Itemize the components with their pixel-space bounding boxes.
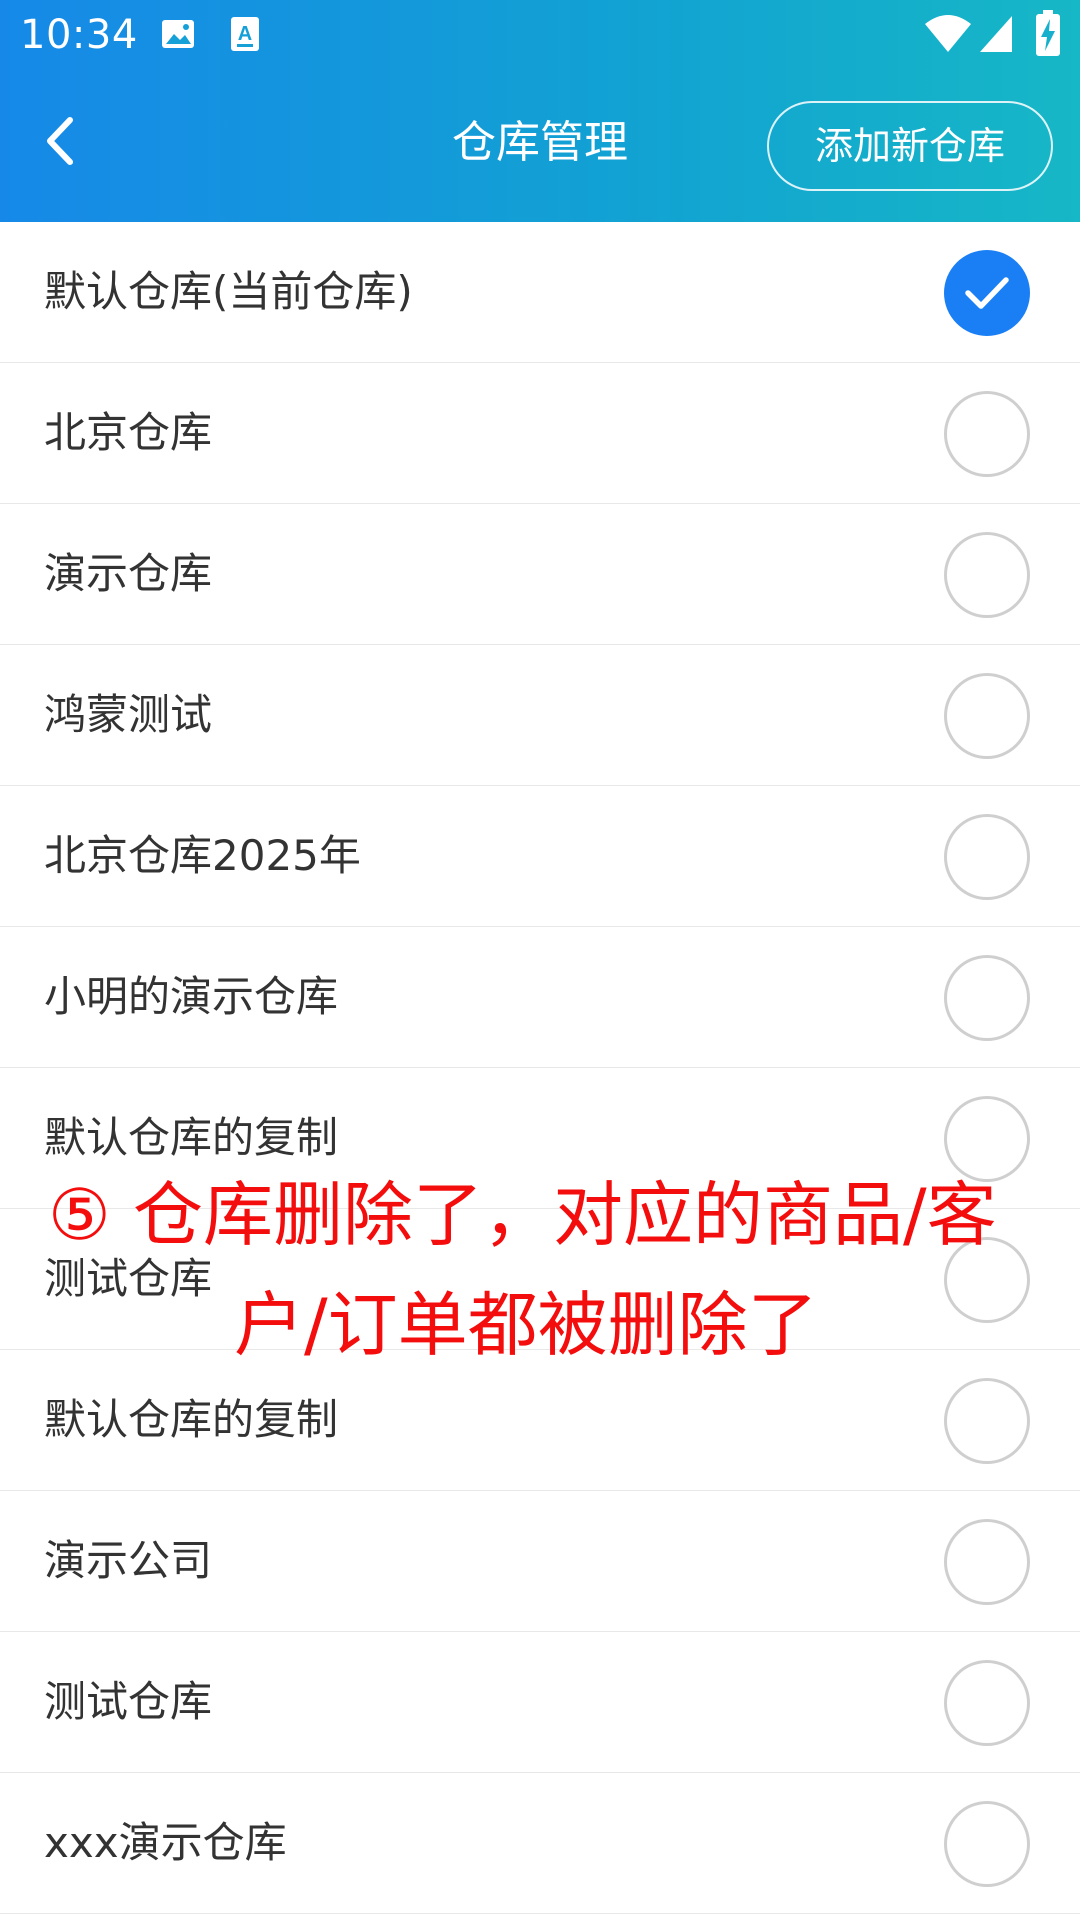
warehouse-name: 演示公司 [44, 1536, 213, 1585]
radio-unselected[interactable] [944, 1801, 1030, 1887]
annotation-line-1: ⑤ 仓库删除了，对应的商品/客 [48, 1174, 997, 1256]
warehouse-row[interactable]: 演示仓库 [0, 504, 1080, 645]
radio-unselected[interactable] [944, 955, 1030, 1041]
warehouse-row[interactable]: 北京仓库2025年 [0, 786, 1080, 927]
warehouse-name: 鸿蒙测试 [44, 690, 213, 739]
warehouse-row[interactable]: xxx演示仓库 [0, 1773, 1080, 1914]
svg-text:A: A [238, 23, 252, 45]
warehouse-row[interactable]: 默认仓库(当前仓库) [0, 222, 1080, 363]
annotation-line-2: 户/订单都被删除了 [234, 1284, 818, 1366]
warehouse-row[interactable]: 小明的演示仓库 [0, 927, 1080, 1068]
radio-unselected[interactable] [944, 814, 1030, 900]
radio-unselected[interactable] [944, 1378, 1030, 1464]
warehouse-name: xxx演示仓库 [44, 1818, 287, 1867]
warehouse-list: 默认仓库(当前仓库) 北京仓库 演示仓库 鸿蒙测试 北京仓库2025年 小明的演示仓库 默认… [0, 222, 1080, 1914]
text-a-icon: A [230, 16, 260, 56]
warehouse-name: 北京仓库2025年 [44, 831, 361, 880]
radio-unselected[interactable] [944, 391, 1030, 477]
image-icon [160, 16, 196, 56]
status-bar: 10:34 A [0, 0, 1080, 72]
radio-unselected[interactable] [944, 1519, 1030, 1605]
wifi-icon [924, 14, 972, 58]
warehouse-row[interactable]: 演示公司 [0, 1491, 1080, 1632]
radio-selected[interactable] [944, 250, 1030, 336]
add-warehouse-button[interactable]: 添加新仓库 [767, 101, 1053, 191]
warehouse-name: 北京仓库 [44, 408, 213, 457]
title-bar: 仓库管理 添加新仓库 [0, 88, 1080, 198]
battery-charging-icon [1036, 10, 1060, 60]
checkmark-icon [965, 277, 1009, 309]
warehouse-name: 小明的演示仓库 [44, 972, 339, 1021]
warehouse-row[interactable]: 鸿蒙测试 [0, 645, 1080, 786]
warehouse-row[interactable]: 测试仓库 [0, 1632, 1080, 1773]
status-time: 10:34 [20, 12, 138, 58]
radio-unselected[interactable] [944, 673, 1030, 759]
app-header: 10:34 A 仓库管理 添加新仓库 [0, 0, 1080, 222]
warehouse-row[interactable]: 北京仓库 [0, 363, 1080, 504]
warehouse-name: 测试仓库 [44, 1677, 213, 1726]
radio-unselected[interactable] [944, 532, 1030, 618]
signal-icon [978, 14, 1014, 58]
radio-unselected[interactable] [944, 1660, 1030, 1746]
warehouse-name: 演示仓库 [44, 549, 213, 598]
warehouse-name: 默认仓库(当前仓库) [44, 267, 413, 316]
red-annotation: ⑤ 仓库删除了，对应的商品/客 户/订单都被删除了 [48, 1160, 1058, 1380]
